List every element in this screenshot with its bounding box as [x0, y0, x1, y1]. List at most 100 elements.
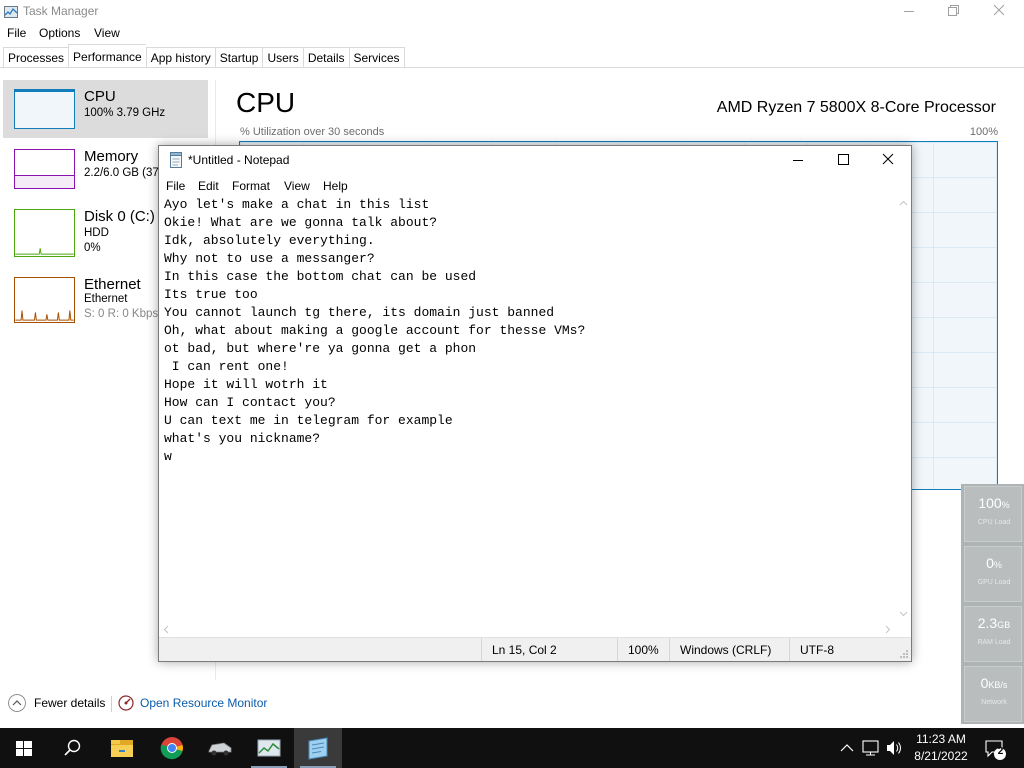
- sidebar-item-cpu[interactable]: CPU 100% 3.79 GHz: [3, 80, 208, 138]
- text-line: U can text me in telegram for example: [164, 413, 453, 428]
- perf-title: CPU: [236, 87, 296, 118]
- notepad-app-icon: [170, 152, 182, 168]
- tab-details[interactable]: Details: [302, 47, 349, 68]
- clock-time: 11:23 AM: [916, 732, 966, 746]
- restore-icon: [948, 5, 959, 16]
- text-line: I can rent one!: [164, 359, 289, 374]
- sidebar-ethernet-sub2: S: 0 R: 0 Kbps: [84, 308, 159, 320]
- notepad-text-area[interactable]: Ayo let's make a chat in this list Okie!…: [159, 196, 896, 622]
- text-line: what's you nickname?: [164, 431, 321, 446]
- sidebar-memory-sub: 2.2/6.0 GB (37: [84, 167, 159, 179]
- widget-ram-load: 2.3GB RAM Load: [964, 606, 1022, 662]
- notepad-window: *Untitled - Notepad File Edit Format Vie…: [158, 145, 912, 662]
- taskbar-clock[interactable]: 11:23 AM 8/21/2022: [905, 731, 977, 765]
- text-line: ot bad, but where're ya gonna get a phon: [164, 341, 477, 356]
- file-explorer-icon: [111, 740, 133, 757]
- notepad-vertical-scrollbar[interactable]: [896, 196, 911, 622]
- task-manager-menubar: File Options View: [0, 24, 1024, 44]
- widget-ram-unit: GB: [997, 620, 1011, 630]
- text-line: You cannot launch tg there, its domain j…: [164, 305, 555, 320]
- tab-app-history[interactable]: App history: [145, 47, 215, 68]
- menu-view[interactable]: View: [94, 26, 120, 40]
- taskbar-car-app[interactable]: [196, 728, 244, 768]
- network-tray-button[interactable]: [860, 728, 882, 768]
- memory-thumbnail-graph: [14, 149, 75, 189]
- minimize-icon: [904, 11, 914, 12]
- notepad-horizontal-scrollbar[interactable]: [159, 622, 896, 637]
- sidebar-memory-name: Memory: [84, 148, 139, 165]
- minimize-icon: [793, 160, 803, 161]
- widget-cpu-load: 100% CPU Load: [964, 486, 1022, 542]
- resize-grip-icon[interactable]: [899, 649, 909, 659]
- footer-separator: [111, 696, 112, 712]
- task-manager-minimize-button[interactable]: [886, 0, 932, 24]
- taskbar-task-manager[interactable]: [245, 728, 293, 768]
- text-line: w: [164, 449, 172, 464]
- text-line: Hope it will wotrh it: [164, 377, 328, 392]
- start-button[interactable]: [0, 728, 48, 768]
- search-icon: [64, 739, 81, 756]
- widget-cpu-value: 100: [978, 495, 1002, 511]
- tab-performance[interactable]: Performance: [68, 44, 146, 67]
- widget-network: 0KB/s Network: [964, 666, 1022, 722]
- show-hidden-icons-button[interactable]: [838, 728, 856, 768]
- widget-gpu-load: 0% GPU Load: [964, 546, 1022, 602]
- widget-ram-label: RAM Load: [977, 639, 1011, 646]
- volume-tray-button[interactable]: [884, 728, 904, 768]
- sidebar-disk-sub1: HDD: [84, 227, 109, 239]
- search-button[interactable]: [48, 728, 96, 768]
- status-line-col: Ln 15, Col 2: [481, 638, 617, 661]
- cpu-thumbnail-graph: [14, 89, 75, 129]
- sidebar-cpu-sub: 100% 3.79 GHz: [84, 107, 166, 119]
- task-manager-restore-button[interactable]: [930, 0, 976, 24]
- notepad-menubar: File Edit Format View Help: [159, 176, 911, 196]
- chevron-up-icon: [8, 694, 26, 712]
- menu-file[interactable]: File: [7, 26, 26, 40]
- text-line: Why not to use a messanger?: [164, 251, 375, 266]
- notepad-menu-help[interactable]: Help: [323, 179, 348, 193]
- task-manager-icon: [257, 739, 281, 757]
- widget-net-label: Network: [981, 699, 1007, 706]
- widget-cpu-unit: %: [1001, 500, 1010, 510]
- processor-name: AMD Ryzen 7 5800X 8-Core Processor: [716, 99, 996, 116]
- notepad-close-button[interactable]: [865, 146, 911, 176]
- text-line: How can I contact you?: [164, 395, 336, 410]
- text-line: Idk, absolutely everything.: [164, 233, 375, 248]
- tab-startup[interactable]: Startup: [214, 47, 263, 68]
- windows-start-icon: [16, 741, 32, 756]
- sidebar-cpu-name: CPU: [84, 88, 116, 105]
- notepad-menu-file[interactable]: File: [166, 179, 185, 193]
- tab-processes[interactable]: Processes: [3, 47, 69, 68]
- text-line: Oh, what about making a google account f…: [164, 323, 586, 338]
- sidebar-disk-sub2: 0%: [84, 242, 101, 254]
- taskbar-chrome[interactable]: [148, 728, 196, 768]
- menu-options[interactable]: Options: [39, 26, 80, 40]
- action-center-button[interactable]: 2: [980, 728, 1010, 768]
- tab-services[interactable]: Services: [348, 47, 405, 68]
- widget-cpu-label: CPU Load: [977, 519, 1011, 526]
- notification-count: 2: [997, 746, 1004, 757]
- task-manager-titlebar: Task Manager: [0, 0, 1024, 24]
- task-manager-close-button[interactable]: [976, 0, 1022, 24]
- notepad-minimize-button[interactable]: [775, 146, 821, 176]
- utilization-max-label: 100%: [969, 126, 998, 138]
- fewer-details-label: Fewer details: [34, 696, 106, 710]
- status-zoom: 100%: [617, 638, 669, 661]
- notepad-menu-format[interactable]: Format: [232, 179, 270, 193]
- disk-thumbnail-graph: [14, 209, 75, 257]
- text-line: Okie! What are we gonna talk about?: [164, 215, 438, 230]
- notepad-maximize-button[interactable]: [820, 146, 866, 176]
- tab-users[interactable]: Users: [262, 47, 303, 68]
- taskbar-file-explorer[interactable]: [98, 728, 146, 768]
- notepad-menu-view[interactable]: View: [284, 179, 310, 193]
- taskbar-notepad[interactable]: [294, 728, 342, 768]
- scrollbar-corner: [896, 622, 911, 637]
- notepad-menu-edit[interactable]: Edit: [198, 179, 219, 193]
- close-icon: [993, 4, 1005, 16]
- status-line-ending: Windows (CRLF): [669, 638, 789, 661]
- notepad-titlebar[interactable]: *Untitled - Notepad: [159, 146, 911, 176]
- scroll-arrows-vertical: [899, 200, 908, 617]
- task-manager-tabs: Processes Performance App history Startu…: [3, 44, 405, 68]
- task-manager-app-icon: [4, 6, 18, 18]
- resource-monitor-icon: [118, 695, 134, 711]
